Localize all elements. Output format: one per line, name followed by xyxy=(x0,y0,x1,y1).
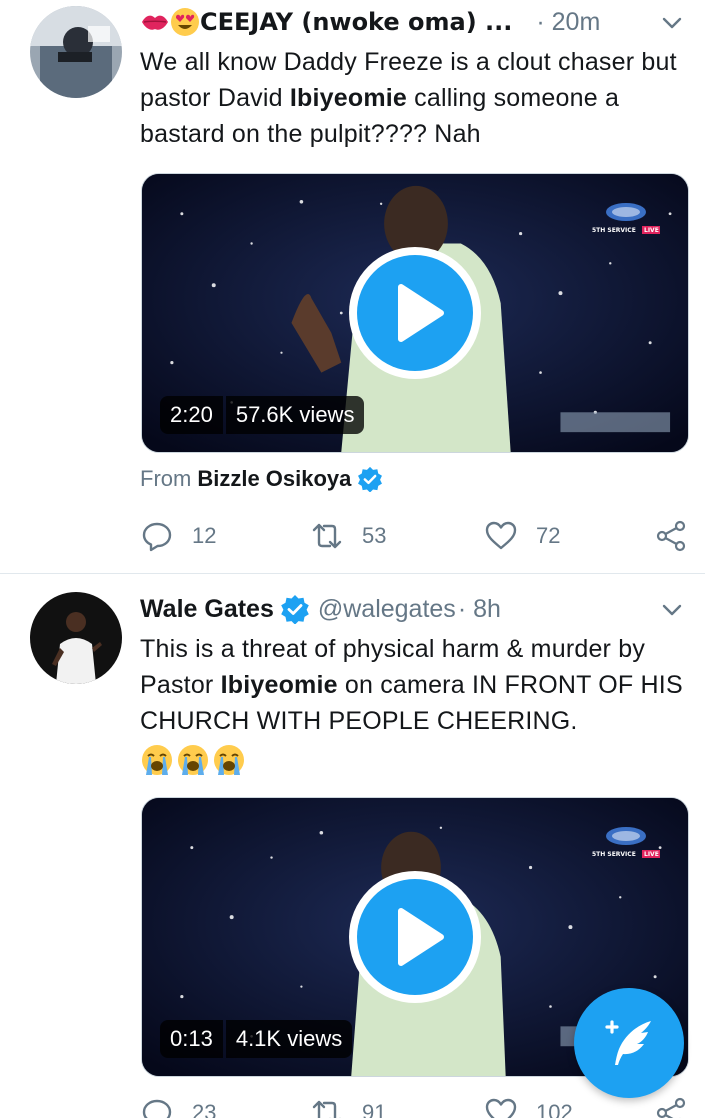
avatar[interactable] xyxy=(30,592,122,684)
video-attribution: From Bizzle Osikoya xyxy=(140,466,383,492)
avatar[interactable] xyxy=(30,6,122,98)
timestamp[interactable]: · 8h xyxy=(458,595,501,624)
tweet-text: We all know Daddy Freeze is a clout chas… xyxy=(140,48,677,148)
svg-text:LIVE: LIVE xyxy=(644,227,659,234)
compose-tweet-icon xyxy=(605,1020,651,1065)
broadcast-logo: 5TH SERVICE LIVE xyxy=(592,203,660,234)
play-icon xyxy=(398,284,444,342)
retweet-icon xyxy=(312,523,342,549)
retweet-count: 53 xyxy=(362,523,387,548)
crying-emoji-group xyxy=(140,743,246,777)
heart-icon xyxy=(485,521,517,550)
share-icon xyxy=(656,520,686,552)
video-views: 4.1K views xyxy=(225,1020,353,1058)
retweet-button[interactable]: 53 xyxy=(310,516,386,556)
retweet-icon xyxy=(312,1100,341,1118)
chevron-down-icon[interactable] xyxy=(659,10,685,36)
display-name[interactable]: CEEJAY (nwoke oma) ... xyxy=(200,8,512,36)
loudly-crying-emoji xyxy=(214,745,244,775)
heart-icon xyxy=(485,1098,517,1118)
reply-count: 12 xyxy=(192,523,217,548)
reply-icon xyxy=(142,522,172,552)
user-handle[interactable]: @walegates xyxy=(318,595,456,624)
play-button[interactable] xyxy=(349,247,481,379)
svg-text:5TH SERVICE: 5TH SERVICE xyxy=(592,227,636,234)
tweet-text: This is a threat of physical harm & murd… xyxy=(140,631,685,787)
tweet-header: CEEJAY (nwoke oma) ... · 20m xyxy=(140,2,685,42)
reply-icon xyxy=(142,1099,172,1118)
reply-button[interactable]: 12 xyxy=(140,516,216,556)
like-button[interactable]: 72 xyxy=(484,516,560,556)
tweet-actions: 12 53 72 xyxy=(140,516,700,556)
reply-count: 23 xyxy=(192,1100,217,1118)
attribution-name[interactable]: Bizzle Osikoya xyxy=(197,466,351,492)
like-count: 102 xyxy=(536,1100,573,1118)
like-button[interactable]: 102 xyxy=(484,1093,573,1118)
loudly-crying-emoji xyxy=(142,745,172,775)
share-button[interactable] xyxy=(654,516,688,556)
video-player[interactable]: 5TH SERVICE LIVE 2:20 57.6K views xyxy=(141,173,689,453)
loudly-crying-emoji xyxy=(178,745,208,775)
share-button[interactable] xyxy=(654,1093,688,1118)
retweet-button[interactable]: 91 xyxy=(310,1093,386,1118)
heart-eyes-emoji xyxy=(170,7,200,37)
video-duration: 0:13 xyxy=(160,1020,223,1058)
broadcast-logo: 5TH SERVICE LIVE xyxy=(592,827,660,858)
play-icon xyxy=(398,908,444,966)
compose-tweet-button[interactable] xyxy=(574,988,684,1098)
like-count: 72 xyxy=(536,523,561,548)
kiss-lips-emoji xyxy=(140,7,170,37)
timestamp[interactable]: · 20m xyxy=(536,8,600,37)
video-info-badge: 0:13 4.1K views xyxy=(160,1020,353,1058)
chevron-down-icon[interactable] xyxy=(659,597,685,623)
reply-button[interactable]: 23 xyxy=(140,1093,216,1118)
play-button[interactable] xyxy=(349,871,481,1003)
tweet-header: Wale Gates @walegates · 8h xyxy=(140,589,685,629)
svg-text:5TH SERVICE: 5TH SERVICE xyxy=(592,851,636,858)
video-duration: 2:20 xyxy=(160,396,223,434)
retweet-count: 91 xyxy=(362,1100,387,1118)
share-icon xyxy=(656,1097,686,1118)
verified-badge-icon xyxy=(281,595,309,624)
verified-badge-icon xyxy=(358,466,383,492)
video-views: 57.6K views xyxy=(225,396,365,434)
tweet[interactable]: CEEJAY (nwoke oma) ... · 20m We all know… xyxy=(0,0,705,574)
tweet-actions: 23 91 102 xyxy=(140,1093,700,1118)
display-name[interactable]: Wale Gates xyxy=(140,595,274,624)
video-info-badge: 2:20 57.6K views xyxy=(160,396,365,434)
svg-text:LIVE: LIVE xyxy=(644,851,659,858)
